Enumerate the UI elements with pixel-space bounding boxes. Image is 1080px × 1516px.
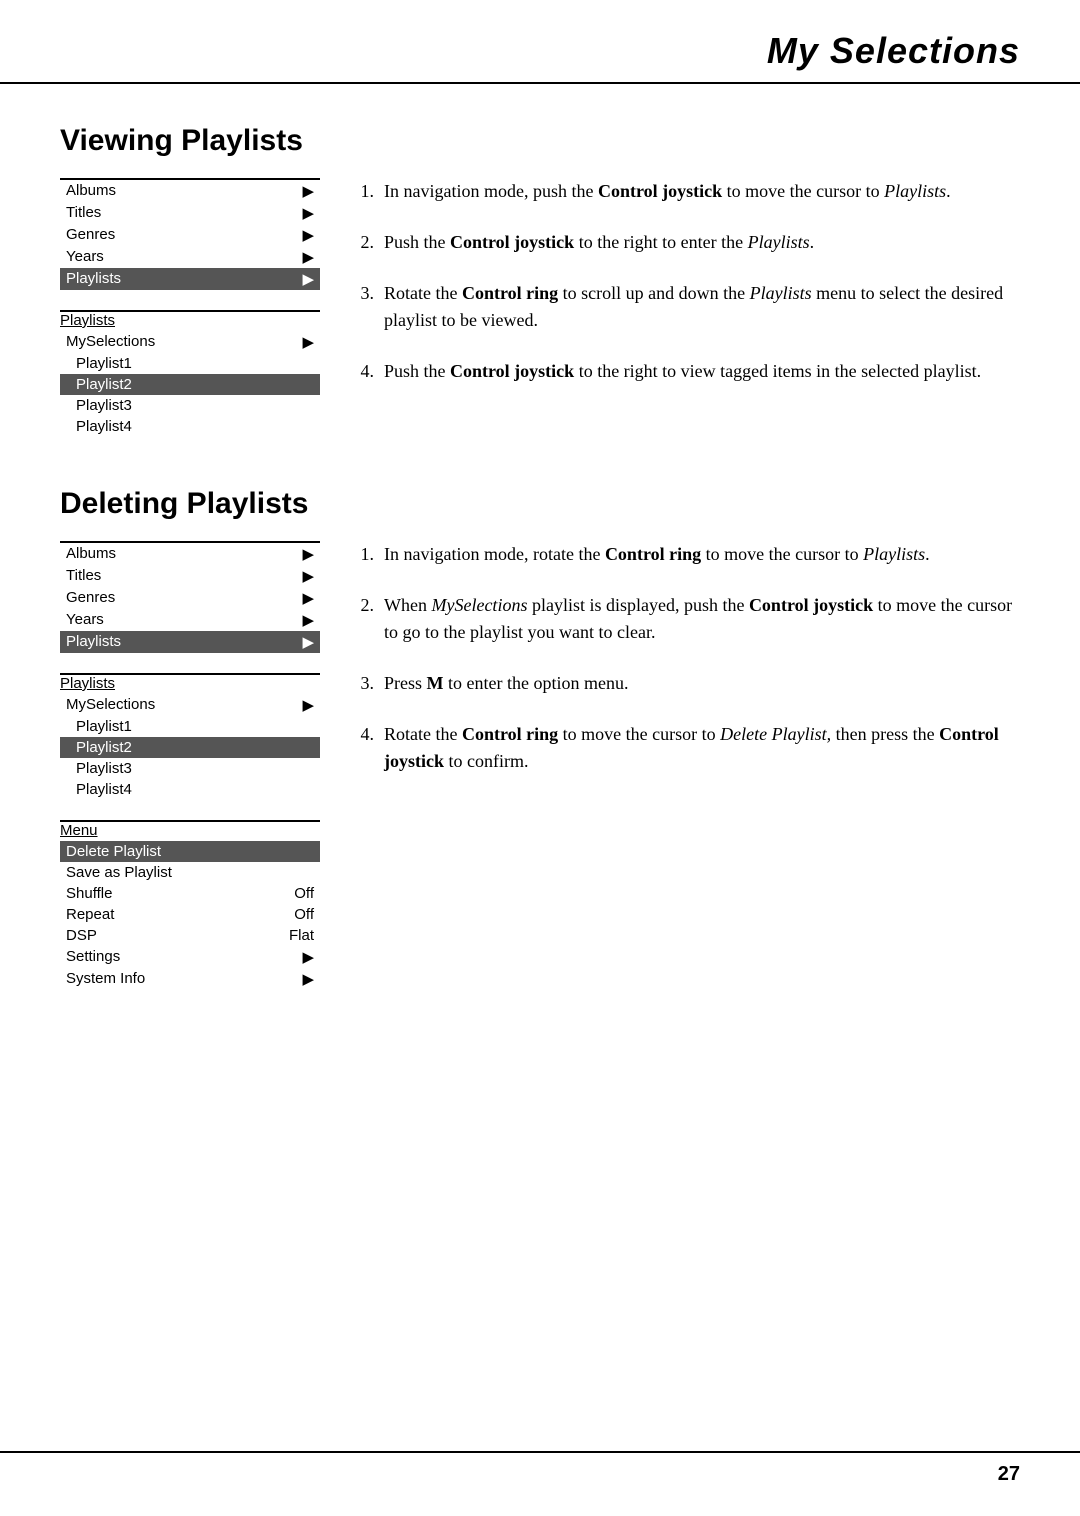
deleting-section-heading: Deleting Playlists (60, 487, 1020, 521)
del-menu-item-playlists-selected: Playlists▶ (60, 631, 320, 653)
viewing-steps-list: 1. In navigation mode, push the Control … (350, 178, 1020, 385)
del-menu-item-albums: Albums▶ (60, 543, 320, 565)
del-menu-item-playlist1: Playlist1 (60, 716, 320, 737)
option-settings: Settings▶ (60, 946, 320, 968)
del-menu-item-playlist3: Playlist3 (60, 758, 320, 779)
viewing-steps: 1. In navigation mode, push the Control … (350, 178, 1020, 457)
playlists-menu-label: Playlists (60, 312, 320, 329)
viewing-playlists-menu: Playlists MySelections▶ Playlist1 Playli… (60, 310, 320, 437)
option-dsp: DSPFlat (60, 925, 320, 946)
del-menu-item-myselections: MySelections▶ (60, 694, 320, 716)
page-header: My Selections (0, 0, 1080, 84)
viewing-step-1: 1. In navigation mode, push the Control … (350, 178, 1020, 205)
deleting-step-1: 1. In navigation mode, rotate the Contro… (350, 541, 1020, 568)
deleting-step-4: 4. Rotate the Control ring to move the c… (350, 721, 1020, 775)
deleting-step-3: 3. Press M to enter the option menu. (350, 670, 1020, 697)
del-menu-item-years: Years▶ (60, 609, 320, 631)
menu-item-years: Years▶ (60, 246, 320, 268)
viewing-nav-menu: Albums▶ Titles▶ Genres▶ Years▶ Playlists… (60, 178, 320, 290)
deleting-steps: 1. In navigation mode, rotate the Contro… (350, 541, 1020, 1010)
deleting-steps-list: 1. In navigation mode, rotate the Contro… (350, 541, 1020, 775)
option-shuffle: ShuffleOff (60, 883, 320, 904)
deleting-step-2: 2. When MySelections playlist is display… (350, 592, 1020, 646)
del-playlists-menu-label: Playlists (60, 675, 320, 692)
deleting-playlists-menu: Playlists MySelections▶ Playlist1 Playli… (60, 673, 320, 800)
page-footer: 27 (0, 1451, 1080, 1496)
option-repeat: RepeatOff (60, 904, 320, 925)
deleting-layout: Albums▶ Titles▶ Genres▶ Years▶ Playlists… (60, 541, 1020, 1010)
menu-item-playlist2-selected: Playlist2 (60, 374, 320, 395)
deleting-option-menu: Menu Delete Playlist Save as Playlist Sh… (60, 820, 320, 990)
deleting-nav-menu: Albums▶ Titles▶ Genres▶ Years▶ Playlists… (60, 541, 320, 653)
viewing-layout: Albums▶ Titles▶ Genres▶ Years▶ Playlists… (60, 178, 1020, 457)
del-menu-item-genres: Genres▶ (60, 587, 320, 609)
viewing-section-heading: Viewing Playlists (60, 124, 1020, 158)
menu-item-playlist3: Playlist3 (60, 395, 320, 416)
option-system-info: System Info▶ (60, 968, 320, 990)
viewing-step-4: 4. Push the Control joystick to the righ… (350, 358, 1020, 385)
menu-item-playlist4: Playlist4 (60, 416, 320, 437)
menu-item-albums: Albums▶ (60, 180, 320, 202)
menu-item-titles: Titles▶ (60, 202, 320, 224)
menu-item-genres: Genres▶ (60, 224, 320, 246)
viewing-step-2: 2. Push the Control joystick to the righ… (350, 229, 1020, 256)
option-menu-label: Menu (60, 822, 320, 839)
option-delete-playlist: Delete Playlist (60, 841, 320, 862)
del-menu-item-playlist2-selected: Playlist2 (60, 737, 320, 758)
menu-item-myselections: MySelections▶ (60, 331, 320, 353)
del-menu-item-playlist4: Playlist4 (60, 779, 320, 800)
option-save-as-playlist: Save as Playlist (60, 862, 320, 883)
viewing-step-3: 3. Rotate the Control ring to scroll up … (350, 280, 1020, 334)
page-number: 27 (998, 1463, 1020, 1486)
page-title: My Selections (767, 30, 1020, 72)
main-content: Viewing Playlists Albums▶ Titles▶ Genres… (0, 94, 1080, 1080)
deleting-left-col: Albums▶ Titles▶ Genres▶ Years▶ Playlists… (60, 541, 320, 1010)
menu-item-playlists-selected: Playlists▶ (60, 268, 320, 290)
viewing-left-col: Albums▶ Titles▶ Genres▶ Years▶ Playlists… (60, 178, 320, 457)
del-menu-item-titles: Titles▶ (60, 565, 320, 587)
menu-item-playlist1: Playlist1 (60, 353, 320, 374)
